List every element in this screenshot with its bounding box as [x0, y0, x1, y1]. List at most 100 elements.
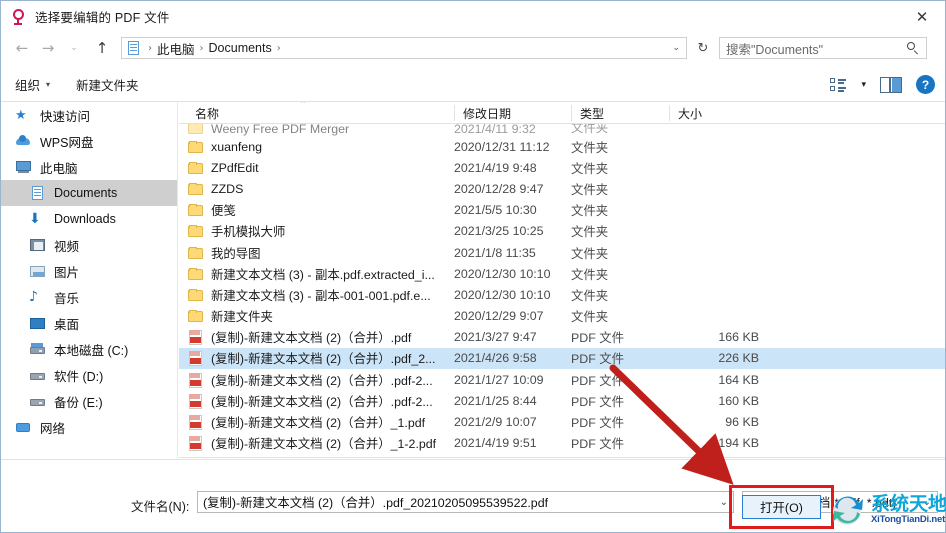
chevron-down-icon[interactable]: ⌄: [720, 497, 728, 508]
table-row[interactable]: (复制)-新建文本文档 (2)（合并）.pdf-2... 2021/1/25 8:…: [179, 390, 945, 411]
sidebar-item-label: 桌面: [54, 317, 80, 332]
chevron-down-icon[interactable]: ▾: [861, 80, 866, 90]
up-icon[interactable]: ↑: [89, 35, 115, 61]
breadcrumb-item-0[interactable]: 此电脑: [157, 39, 195, 58]
pdf-app-icon: [11, 8, 27, 25]
title-bar: 选择要编辑的 PDF 文件 ✕: [1, 1, 945, 32]
cell-type: 文件夹: [571, 182, 609, 197]
sidebar-item-quick-access[interactable]: ★ 快速访问: [1, 102, 177, 128]
sidebar-item-wps-cloud[interactable]: WPS网盘: [1, 128, 177, 154]
sidebar-item-desktop[interactable]: 桌面: [1, 310, 177, 336]
network-icon: [15, 419, 32, 436]
cell-type: 文件夹: [571, 288, 609, 303]
cell-type: 文件夹: [571, 267, 609, 282]
cell-date: 2021/3/27 9:47: [454, 330, 537, 345]
command-toolbar: 组织 ▾ 新建文件夹 ▾ ?: [1, 68, 945, 102]
download-icon: ⬇: [29, 210, 41, 227]
column-header-type[interactable]: 类型: [571, 105, 669, 121]
table-row[interactable]: ZPdfEdit 2021/4/19 9:48 文件夹: [179, 157, 945, 178]
help-icon[interactable]: ?: [916, 75, 935, 94]
open-button[interactable]: 打开(O): [742, 495, 821, 519]
table-row[interactable]: ZZDS 2020/12/28 9:47 文件夹: [179, 178, 945, 199]
sidebar-item-local-disk-c[interactable]: 本地磁盘 (C:): [1, 336, 177, 362]
chevron-down-icon[interactable]: ⌄: [672, 43, 680, 53]
sidebar-item-label: 快速访问: [40, 109, 91, 124]
sidebar-item-label: Documents: [54, 186, 118, 200]
sidebar-item-videos[interactable]: 视频: [1, 232, 177, 258]
organize-button[interactable]: 组织 ▾: [15, 75, 50, 94]
cell-date: 2021/4/19 9:48: [454, 160, 537, 175]
search-input[interactable]: 搜索"Documents": [719, 37, 927, 59]
cell-size: 160 KB: [718, 393, 759, 408]
back-icon[interactable]: ←: [9, 35, 35, 61]
history-dropdown-icon[interactable]: ⌄: [61, 35, 87, 61]
breadcrumb[interactable]: › 此电脑 › Documents › ⌄: [121, 37, 687, 59]
table-row[interactable]: 便笺 2021/5/5 10:30 文件夹: [179, 200, 945, 221]
file-rows: Weeny Free PDF Merger 2021/4/11 9:32 文件夹 xu…: [179, 124, 945, 454]
table-row[interactable]: 手机模拟大师 2021/3/25 10:25 文件夹: [179, 221, 945, 242]
table-row[interactable]: (复制)-新建文本文档 (2)（合并）.pdf 2021/3/27 9:47 PDF…: [179, 327, 945, 348]
list-bottom-divider: [179, 457, 945, 458]
column-header-size[interactable]: 大小: [669, 105, 761, 121]
cell-name: (复制)-新建文本文档 (2)（合并）.pdf-2...: [211, 394, 433, 409]
refresh-circle-logo: [833, 496, 863, 525]
pdf-icon: [188, 393, 204, 409]
documents-icon: [126, 40, 141, 56]
sidebar-item-music[interactable]: ♪ 音乐: [1, 284, 177, 310]
cell-name: 新建文件夹: [211, 310, 273, 325]
new-folder-button[interactable]: 新建文件夹: [76, 75, 139, 94]
preview-pane-icon[interactable]: [880, 76, 902, 93]
column-header-date[interactable]: 修改日期: [454, 105, 571, 121]
cell-type: 文件夹: [571, 140, 609, 155]
cell-type: 文件夹: [571, 124, 609, 135]
sidebar-item-label: 软件 (D:): [54, 369, 104, 384]
column-header-name[interactable]: 名称 ⌃: [187, 102, 454, 121]
pdf-icon: [188, 329, 204, 346]
folder-icon: [188, 160, 204, 176]
filename-input[interactable]: (复制)-新建文本文档 (2)（合并）.pdf_2021020509553952…: [197, 491, 734, 513]
system-drive-icon: [29, 341, 46, 358]
breadcrumb-separator: ›: [199, 42, 204, 54]
table-row[interactable]: (复制)-新建文本文档 (2)（合并）_1-2.pdf 2021/4/19 9:5…: [179, 433, 945, 454]
sidebar-item-drive-e[interactable]: 备份 (E:): [1, 388, 177, 414]
table-row[interactable]: 我的导图 2021/1/8 11:35 文件夹: [179, 242, 945, 263]
site-watermark: 系统天地 XiTongTianDi.net: [829, 485, 946, 533]
sidebar-item-documents[interactable]: Documents: [1, 180, 177, 206]
table-row[interactable]: xuanfeng 2020/12/31 11:12 文件夹: [179, 136, 945, 157]
table-row[interactable]: Weeny Free PDF Merger 2021/4/11 9:32 文件夹: [179, 124, 945, 136]
folder-icon: [188, 287, 204, 303]
sidebar-item-network[interactable]: 网络: [1, 414, 177, 440]
sidebar-item-label: 此电脑: [40, 161, 78, 176]
cell-type: PDF 文件: [571, 331, 625, 346]
refresh-icon[interactable]: ↻: [692, 37, 714, 59]
search-icon: [907, 41, 920, 55]
view-options-icon[interactable]: [830, 77, 847, 92]
sidebar-item-label: 视频: [54, 239, 80, 254]
cell-type: PDF 文件: [571, 437, 625, 452]
organize-label: 组织: [15, 79, 41, 93]
cell-date: 2021/4/19 9:51: [454, 436, 537, 451]
sidebar-item-this-pc[interactable]: 此电脑: [1, 154, 177, 180]
sidebar-item-drive-d[interactable]: 软件 (D:): [1, 362, 177, 388]
sidebar-item-pictures[interactable]: 图片: [1, 258, 177, 284]
forward-icon[interactable]: →: [35, 35, 61, 61]
table-row[interactable]: (复制)-新建文本文档 (2)（合并）.pdf_2... 2021/4/26 9:…: [179, 347, 945, 370]
sidebar-item-downloads[interactable]: ⬇ Downloads: [1, 206, 177, 232]
cell-date: 2020/12/28 9:47: [454, 181, 544, 196]
table-row[interactable]: 新建文本文档 (3) - 副本.pdf.extracted_i... 2020/1…: [179, 263, 945, 284]
drive-icon: [29, 367, 46, 384]
cell-type: 文件夹: [571, 161, 609, 176]
computer-icon: [15, 159, 32, 176]
table-row[interactable]: 新建文件夹 2020/12/29 9:07 文件夹: [179, 306, 945, 327]
cell-name: 便笺: [211, 204, 236, 219]
table-row[interactable]: 新建文本文档 (3) - 副本-001-001.pdf.e... 2020/12/…: [179, 284, 945, 305]
cell-name: (复制)-新建文本文档 (2)（合并）_1-2.pdf: [211, 437, 437, 452]
table-row[interactable]: (复制)-新建文本文档 (2)（合并）_1.pdf 2021/2/9 10:07 P…: [179, 411, 945, 432]
pdf-icon: [188, 435, 204, 452]
table-row[interactable]: (复制)-新建文本文档 (2)（合并）.pdf-2... 2021/1/27 10…: [179, 369, 945, 390]
filename-value: (复制)-新建文本文档 (2)（合并）.pdf_2021020509553952…: [203, 496, 549, 510]
close-icon[interactable]: ✕: [899, 1, 945, 32]
cell-name: (复制)-新建文本文档 (2)（合并）.pdf: [211, 331, 412, 346]
cell-date: 2021/4/26 9:58: [454, 351, 537, 366]
breadcrumb-item-1[interactable]: Documents: [209, 41, 272, 55]
